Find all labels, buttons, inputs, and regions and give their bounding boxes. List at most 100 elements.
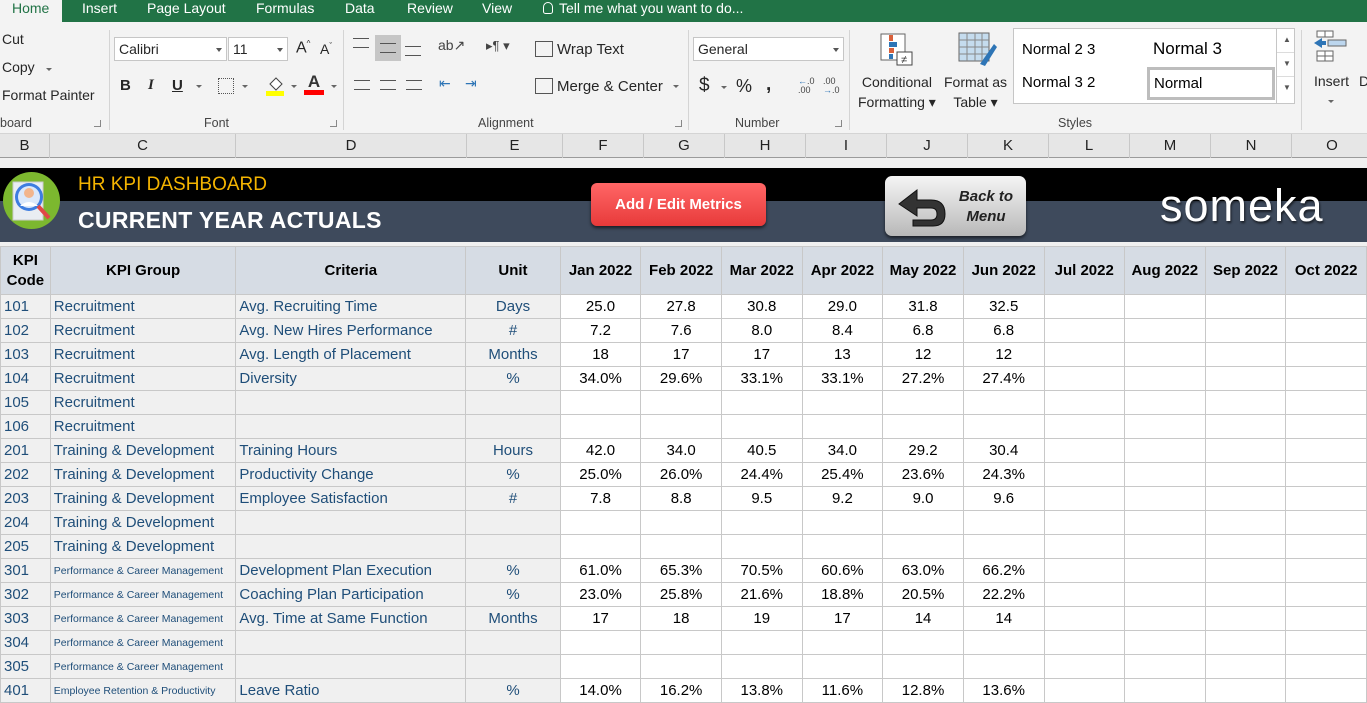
- value-cell[interactable]: 7.6: [640, 318, 722, 343]
- value-cell[interactable]: [559, 390, 642, 415]
- value-cell[interactable]: [801, 534, 884, 559]
- underline-button[interactable]: U: [172, 77, 183, 94]
- unit-cell[interactable]: %: [465, 678, 561, 703]
- value-cell[interactable]: 20.5%: [882, 582, 964, 607]
- kpi-group-cell[interactable]: Performance & Career Management: [49, 630, 237, 655]
- value-cell[interactable]: 19: [720, 606, 803, 631]
- text-direction-icon[interactable]: ▸¶ ▾: [486, 38, 510, 54]
- kpi-code-cell[interactable]: 304: [0, 630, 51, 655]
- more-styles-icon[interactable]: ▼: [1277, 77, 1294, 101]
- value-cell[interactable]: 24.3%: [962, 462, 1045, 487]
- value-cell[interactable]: [1285, 438, 1367, 463]
- value-cell[interactable]: [1285, 654, 1367, 679]
- kpi-group-cell[interactable]: Performance & Career Management: [49, 558, 237, 583]
- unit-cell[interactable]: %: [465, 582, 561, 607]
- value-cell[interactable]: [801, 510, 884, 535]
- kpi-group-cell[interactable]: Training & Development: [49, 486, 237, 511]
- value-cell[interactable]: [882, 510, 964, 535]
- dialog-launcher-icon[interactable]: [675, 120, 682, 127]
- value-cell[interactable]: [882, 390, 964, 415]
- kpi-code-cell[interactable]: 303: [0, 606, 51, 631]
- increase-font-icon[interactable]: A^: [296, 39, 310, 57]
- value-cell[interactable]: [962, 654, 1045, 679]
- value-cell[interactable]: [640, 630, 722, 655]
- value-cell[interactable]: [1204, 486, 1287, 511]
- delete-button-partial[interactable]: D: [1359, 73, 1367, 89]
- align-right-icon[interactable]: [406, 80, 422, 90]
- value-cell[interactable]: [1043, 390, 1125, 415]
- criteria-cell[interactable]: Avg. Time at Same Function: [235, 606, 467, 631]
- value-cell[interactable]: 16.2%: [640, 678, 722, 703]
- value-cell[interactable]: [1123, 414, 1206, 439]
- column-header-g[interactable]: G: [644, 134, 725, 158]
- value-cell[interactable]: [1204, 438, 1287, 463]
- value-cell[interactable]: 8.0: [720, 318, 803, 343]
- kpi-code-cell[interactable]: 201: [0, 438, 51, 463]
- criteria-cell[interactable]: [235, 510, 467, 535]
- value-cell[interactable]: [1123, 510, 1206, 535]
- kpi-code-cell[interactable]: 305: [0, 654, 51, 679]
- value-cell[interactable]: 27.2%: [882, 366, 964, 391]
- value-cell[interactable]: [1043, 342, 1125, 367]
- value-cell[interactable]: 9.2: [801, 486, 884, 511]
- value-cell[interactable]: [1123, 294, 1206, 319]
- value-cell[interactable]: [1043, 462, 1125, 487]
- unit-cell[interactable]: Months: [465, 606, 561, 631]
- column-header-b[interactable]: B: [0, 134, 50, 158]
- kpi-code-cell[interactable]: 101: [0, 294, 51, 319]
- kpi-code-cell[interactable]: 105: [0, 390, 51, 415]
- unit-cell[interactable]: %: [465, 558, 561, 583]
- value-cell[interactable]: [640, 510, 722, 535]
- value-cell[interactable]: [1123, 366, 1206, 391]
- value-cell[interactable]: [640, 390, 722, 415]
- value-cell[interactable]: 22.2%: [962, 582, 1045, 607]
- increase-indent-icon[interactable]: ⇥: [465, 75, 477, 92]
- value-cell[interactable]: 33.1%: [801, 366, 884, 391]
- decrease-decimal-icon[interactable]: .00 →.0: [823, 77, 840, 95]
- tab-insert[interactable]: Insert: [82, 0, 117, 22]
- value-cell[interactable]: 25.8%: [640, 582, 722, 607]
- value-cell[interactable]: [1285, 390, 1367, 415]
- value-cell[interactable]: [1123, 318, 1206, 343]
- value-cell[interactable]: [1043, 558, 1125, 583]
- bold-button[interactable]: B: [120, 77, 131, 94]
- column-header-m[interactable]: M: [1130, 134, 1211, 158]
- value-cell[interactable]: 29.6%: [640, 366, 722, 391]
- unit-cell[interactable]: Days: [465, 294, 561, 319]
- unit-cell[interactable]: [465, 534, 561, 559]
- font-size-select[interactable]: 11: [228, 37, 288, 61]
- value-cell[interactable]: [720, 654, 803, 679]
- value-cell[interactable]: 31.8: [882, 294, 964, 319]
- value-cell[interactable]: [801, 390, 884, 415]
- value-cell[interactable]: [1204, 534, 1287, 559]
- value-cell[interactable]: 9.0: [882, 486, 964, 511]
- value-cell[interactable]: [1204, 414, 1287, 439]
- value-cell[interactable]: 17: [640, 342, 722, 367]
- value-cell[interactable]: [1123, 534, 1206, 559]
- value-cell[interactable]: [1123, 678, 1206, 703]
- unit-cell[interactable]: %: [465, 366, 561, 391]
- wrap-text-button[interactable]: Wrap Text: [557, 41, 624, 58]
- value-cell[interactable]: [1043, 630, 1125, 655]
- back-to-menu-button[interactable]: Back to Menu: [885, 176, 1026, 236]
- value-cell[interactable]: [962, 510, 1045, 535]
- kpi-code-cell[interactable]: 301: [0, 558, 51, 583]
- value-cell[interactable]: [1043, 606, 1125, 631]
- value-cell[interactable]: 34.0: [640, 438, 722, 463]
- value-cell[interactable]: [720, 390, 803, 415]
- value-cell[interactable]: 29.2: [882, 438, 964, 463]
- value-cell[interactable]: 40.5: [720, 438, 803, 463]
- criteria-cell[interactable]: Productivity Change: [235, 462, 467, 487]
- align-top-icon[interactable]: [353, 38, 369, 48]
- kpi-group-cell[interactable]: Training & Development: [49, 462, 237, 487]
- value-cell[interactable]: 65.3%: [640, 558, 722, 583]
- unit-cell[interactable]: [465, 390, 561, 415]
- criteria-cell[interactable]: Development Plan Execution: [235, 558, 467, 583]
- value-cell[interactable]: 27.4%: [962, 366, 1045, 391]
- value-cell[interactable]: 42.0: [559, 438, 642, 463]
- align-bottom-icon[interactable]: [405, 46, 421, 56]
- style-normal[interactable]: Normal: [1147, 67, 1275, 100]
- kpi-group-cell[interactable]: Employee Retention & Productivity: [49, 678, 237, 703]
- scroll-down-icon[interactable]: ▼: [1277, 53, 1294, 77]
- criteria-cell[interactable]: [235, 414, 467, 439]
